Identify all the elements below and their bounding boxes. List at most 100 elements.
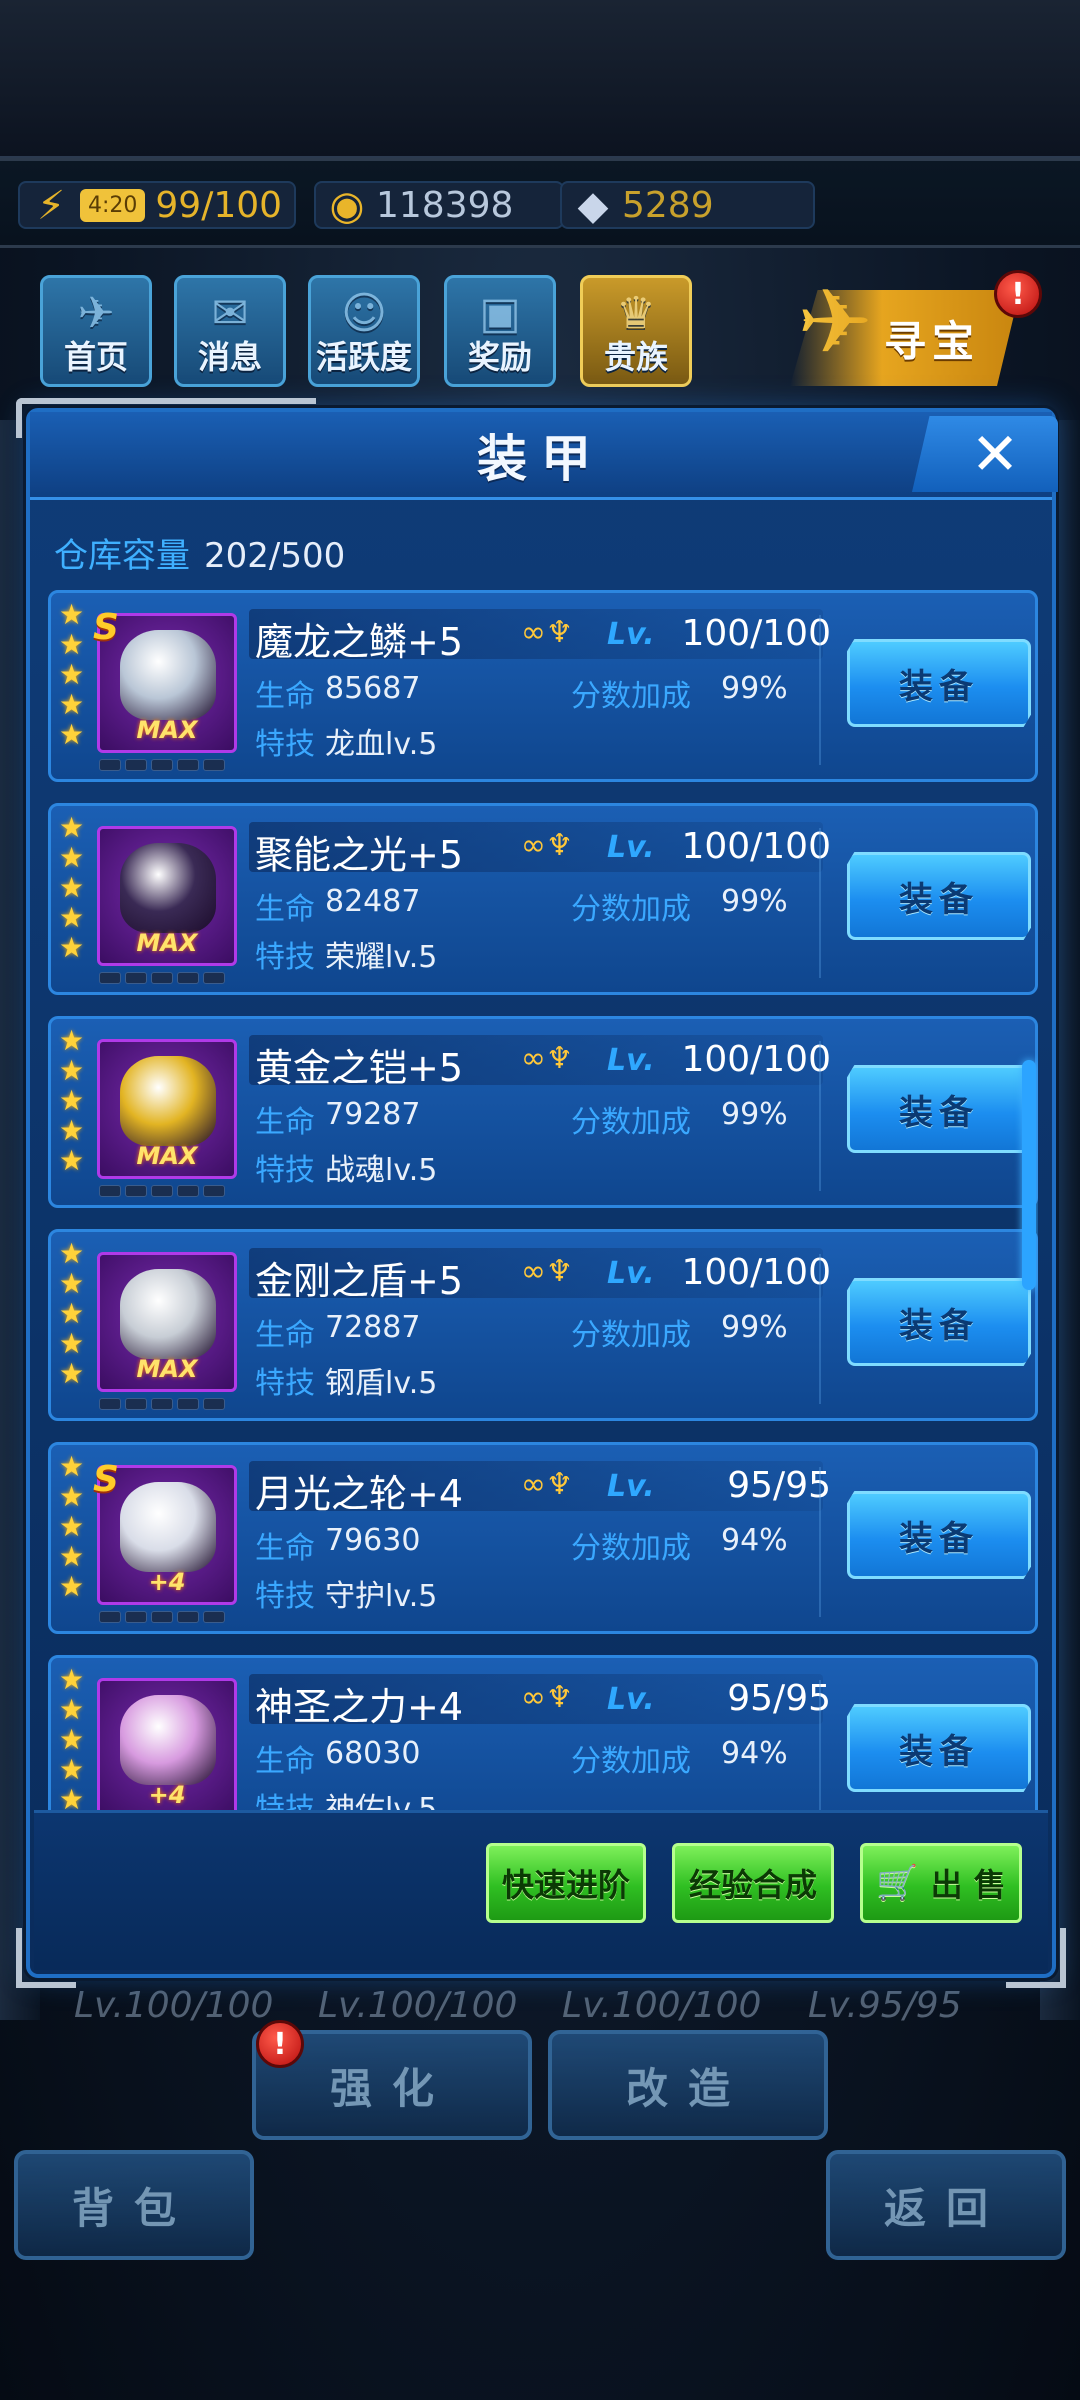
hp-label: 生命 — [255, 892, 315, 927]
level-label: Lv. — [607, 617, 655, 652]
modify-button[interactable]: 改造 — [548, 2030, 828, 2140]
armor-tag: MAX — [136, 716, 198, 744]
bg-level: Lv.100/100 — [318, 1985, 518, 2026]
hp-value: 82487 — [325, 884, 421, 919]
modal-title: 装甲 — [477, 429, 605, 488]
upgrade-pip — [125, 759, 147, 771]
upgrade-pip — [177, 1398, 199, 1410]
level-label: Lv. — [607, 1682, 655, 1717]
armor-item[interactable]: ★ ★ ★ ★ ★ MAX 黄金之铠+5 ∞♆ Lv. 100/100 生命 79287 分数加成 99%… — [48, 1016, 1038, 1208]
armor-item[interactable]: ★ ★ ★ ★ ★ +4 神圣之力+4 ∞♆ Lv. 95/95 生命 68030 分数加成 94% 特技神… — [48, 1655, 1038, 1812]
mail-icon: ✉ — [211, 288, 249, 339]
sell-button[interactable]: 🛒 出 售 — [860, 1843, 1022, 1923]
level-value: 100/100 — [681, 1252, 831, 1293]
bonus-label: 分数加成 — [571, 892, 691, 927]
upgrade-pips — [99, 972, 225, 984]
armor-item[interactable]: ★ ★ ★ ★ ★ MAX S 魔龙之鳞+5 ∞♆ Lv. 100/100 生命 85687 分数加成 99… — [48, 590, 1038, 782]
equip-button[interactable]: 装备 — [847, 852, 1031, 940]
nav-reward-button[interactable]: ▣ 奖励 — [444, 275, 556, 387]
close-button[interactable]: ✕ — [912, 416, 1058, 492]
star-icon: ★ — [59, 1327, 85, 1360]
armor-list[interactable]: ★ ★ ★ ★ ★ MAX S 魔龙之鳞+5 ∞♆ Lv. 100/100 生命 85687 分数加成 99… — [48, 590, 1038, 1812]
equip-button[interactable]: 装备 — [847, 1491, 1031, 1579]
skill-label: 特技 — [255, 1366, 315, 1401]
armor-item[interactable]: ★ ★ ★ ★ ★ MAX 金刚之盾+5 ∞♆ Lv. 100/100 生命 72887 分数加成 99%… — [48, 1229, 1038, 1421]
resource-bar: ⚡ 4:20 99/100 ◉ 118398 ◆ 5289 — [0, 158, 1080, 248]
capacity-label: 仓库容量 — [54, 536, 190, 576]
coin-value: 118398 — [376, 184, 514, 226]
armor-item[interactable]: ★ ★ ★ ★ ★ MAX 聚能之光+5 ∞♆ Lv. 100/100 生命 82487 分数加成 99%… — [48, 803, 1038, 995]
nav-message-button[interactable]: ✉ 消息 — [174, 275, 286, 387]
star-icon: ★ — [59, 1144, 85, 1177]
star-icon: ★ — [59, 1723, 85, 1756]
level-value: 100/100 — [681, 826, 831, 867]
divider — [819, 1467, 821, 1617]
noble-icon: ♛ — [616, 288, 656, 339]
equip-button[interactable]: 装备 — [847, 639, 1031, 727]
back-button[interactable]: 返回 — [826, 2150, 1066, 2260]
armor-name: 金刚之盾+5 — [255, 1259, 464, 1303]
modal-header: 装甲 — [30, 412, 1052, 500]
nav-noble-button[interactable]: ♛ 贵族 — [580, 275, 692, 387]
hp-value: 68030 — [325, 1736, 421, 1771]
star-icon: ★ — [59, 628, 85, 661]
divider — [819, 1680, 821, 1812]
nav-activity-button[interactable]: ☺ 活跃度 — [308, 275, 420, 387]
bonus-value: 99% — [721, 884, 788, 919]
scrollbar[interactable] — [1022, 1060, 1036, 1290]
hp-label: 生命 — [255, 1744, 315, 1779]
nav-home-button[interactable]: ✈ 首页 — [40, 275, 152, 387]
treasure-button[interactable]: 寻宝 — [790, 290, 1020, 386]
treasure-alert-badge: ! — [994, 270, 1042, 318]
armor-tag: MAX — [136, 929, 198, 957]
armor-art — [120, 1482, 216, 1572]
equip-button[interactable]: 装备 — [847, 1065, 1031, 1153]
rarity-stars: ★ ★ ★ ★ ★ — [59, 1240, 93, 1388]
star-icon: ★ — [59, 811, 85, 844]
upgrade-pip — [177, 1611, 199, 1623]
bonus-value: 99% — [721, 1097, 788, 1132]
coin-counter[interactable]: ◉ 118398 — [314, 181, 564, 229]
equip-button[interactable]: 装备 — [847, 1704, 1031, 1792]
skill-value: 钢盾lv.5 — [325, 1366, 438, 1401]
star-icon: ★ — [59, 1450, 85, 1483]
upgrade-pip — [99, 972, 121, 984]
armor-item[interactable]: ★ ★ ★ ★ ★ +4 S 月光之轮+4 ∞♆ Lv. 95/95 生命 79630 分数加成 94% 特技… — [48, 1442, 1038, 1634]
armor-icon[interactable]: MAX — [97, 1039, 237, 1179]
hp-label: 生命 — [255, 679, 315, 714]
level-value: 100/100 — [681, 613, 831, 654]
armor-name: 魔龙之鳞+5 — [255, 620, 464, 664]
energy-counter[interactable]: ⚡ 4:20 99/100 — [18, 181, 296, 229]
star-icon: ★ — [59, 931, 85, 964]
sell-label: 出 售 — [930, 1866, 1006, 1904]
level-label: Lv. — [607, 1043, 655, 1078]
link-wings-icon: ∞♆ — [521, 1254, 573, 1289]
upgrade-pip — [177, 972, 199, 984]
star-icon: ★ — [59, 1540, 85, 1573]
equip-button[interactable]: 装备 — [847, 1278, 1031, 1366]
bag-button[interactable]: 背包 — [14, 2150, 254, 2260]
hp-value: 85687 — [325, 671, 421, 706]
skill-value: 龙血lv.5 — [325, 727, 438, 762]
armor-tag: MAX — [136, 1142, 198, 1170]
skill-value: 守护lv.5 — [325, 1579, 438, 1614]
gift-icon: ▣ — [479, 288, 521, 339]
gem-counter[interactable]: ◆ 5289 — [560, 181, 815, 229]
link-wings-icon: ∞♆ — [521, 615, 573, 650]
quick-advance-button[interactable]: 快速进阶 — [486, 1843, 646, 1923]
armor-icon[interactable]: MAX — [97, 826, 237, 966]
upgrade-pip — [125, 1398, 147, 1410]
armor-icon[interactable]: MAX — [97, 1252, 237, 1392]
bonus-value: 94% — [721, 1736, 788, 1771]
armor-icon[interactable]: +4 — [97, 1678, 237, 1812]
exp-merge-button[interactable]: 经验合成 — [672, 1843, 834, 1923]
bg-level: Lv.95/95 — [808, 1985, 962, 2026]
skill-label: 特技 — [255, 1579, 315, 1614]
hp-value: 72887 — [325, 1310, 421, 1345]
rarity-stars: ★ ★ ★ ★ ★ — [59, 601, 93, 749]
upgrade-pip — [151, 972, 173, 984]
bg-level: Lv.100/100 — [74, 1985, 274, 2026]
bonus-label: 分数加成 — [571, 1744, 691, 1779]
armor-art — [120, 843, 216, 933]
armor-tag: +4 — [148, 1568, 186, 1596]
